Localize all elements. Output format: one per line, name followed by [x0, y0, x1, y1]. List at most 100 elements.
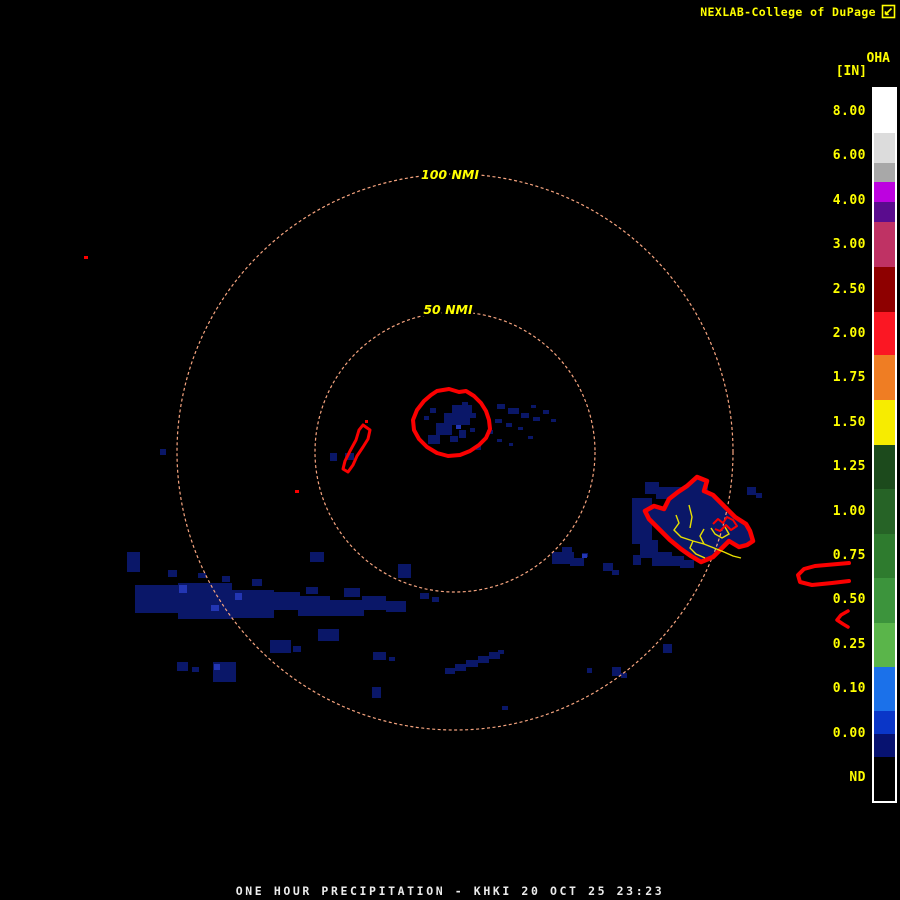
- legend-product-id: OHA: [867, 51, 890, 66]
- lanai-outline-fragment: [837, 611, 848, 627]
- precip-echo-bright: [211, 605, 219, 611]
- precip-echo: [551, 419, 556, 422]
- precip-echo: [344, 588, 360, 597]
- precip-echo: [663, 644, 672, 653]
- color-scale-bar: [872, 87, 897, 803]
- inner-ring-label: 50 NMI: [423, 302, 473, 317]
- scale-segment-4: [874, 202, 895, 222]
- precip-echo-bright: [179, 585, 187, 593]
- precip-echo: [177, 662, 188, 671]
- precip-echo: [222, 576, 230, 582]
- precip-echo-bright: [582, 554, 587, 558]
- red-speck: [84, 256, 88, 259]
- scale-segment-7: [874, 312, 895, 355]
- scale-segment-9: [874, 400, 895, 445]
- precip-echo: [318, 629, 339, 641]
- box-diagonal-arrow-icon: [881, 4, 896, 19]
- precip-echo: [470, 413, 476, 418]
- radar-map: 100 NMI 50 NMI: [0, 0, 900, 900]
- precip-echo: [135, 585, 181, 613]
- niihau-outline: [343, 425, 370, 472]
- precip-echo: [587, 668, 592, 673]
- precip-echo: [306, 587, 318, 594]
- precip-echo: [528, 436, 533, 439]
- scale-segment-6: [874, 267, 895, 312]
- precip-echo: [562, 547, 572, 553]
- precip-echo: [531, 405, 536, 408]
- precip-echo: [398, 564, 411, 578]
- precip-echo-bright: [456, 425, 461, 429]
- precip-echo: [502, 706, 508, 710]
- precip-echo: [428, 435, 440, 444]
- precip-echo: [612, 570, 619, 575]
- precip-echo: [168, 570, 177, 577]
- precip-echo: [478, 656, 489, 663]
- scale-segment-1: [874, 133, 895, 163]
- precip-echo: [298, 596, 330, 616]
- precip-echo: [192, 667, 199, 672]
- precip-echo: [252, 579, 262, 586]
- precip-echo: [498, 650, 504, 654]
- precip-echo: [533, 417, 540, 421]
- scale-segment-17: [874, 734, 895, 757]
- precip-echo: [198, 573, 206, 578]
- scale-segment-2: [874, 163, 895, 182]
- precip-echo: [372, 687, 381, 698]
- product-caption: ONE HOUR PRECIPITATION - KHKI 20 OCT 25 …: [0, 884, 900, 898]
- precip-echo: [506, 423, 512, 427]
- precip-echo: [420, 593, 429, 599]
- scale-segment-14: [874, 623, 895, 667]
- precip-echo: [270, 640, 291, 653]
- scale-segment-13: [874, 578, 895, 623]
- scale-segment-5: [874, 222, 895, 267]
- legend-units-label: [IN]: [836, 64, 867, 79]
- precip-echo: [389, 657, 395, 661]
- precip-echo: [680, 560, 694, 568]
- precip-echo: [293, 646, 301, 652]
- precip-echo: [373, 652, 386, 660]
- inner-range-ring: [315, 312, 595, 592]
- scale-segment-16: [874, 711, 895, 734]
- precip-echo: [470, 428, 475, 432]
- precip-echo: [459, 430, 466, 438]
- scale-segment-3: [874, 182, 895, 202]
- precip-echo: [633, 555, 641, 565]
- precip-echo: [445, 668, 455, 674]
- precip-echo: [272, 592, 300, 610]
- precip-echo: [521, 413, 529, 418]
- scale-segment-0: [874, 89, 895, 133]
- site-title: NEXLAB-College of DuPage: [700, 5, 876, 19]
- precip-echo: [430, 408, 436, 413]
- precip-echo: [432, 597, 439, 602]
- site-title-bar: NEXLAB-College of DuPage: [700, 4, 896, 19]
- radar-product-viewer: 100 NMI 50 NMI NEXLAB-College of DuPage O…: [0, 0, 900, 900]
- precip-echo: [330, 453, 337, 461]
- outer-ring-label: 100 NMI: [421, 167, 479, 182]
- precip-echo: [328, 600, 364, 616]
- precip-echo: [160, 449, 166, 455]
- scale-segment-15: [874, 667, 895, 711]
- precip-echo: [462, 402, 468, 407]
- precip-echo: [747, 487, 756, 495]
- precip-echo: [362, 596, 386, 610]
- precip-echo: [543, 410, 549, 414]
- precip-echo: [621, 673, 627, 678]
- scale-segment-12: [874, 534, 895, 578]
- precip-echo: [424, 416, 429, 420]
- precip-echo: [603, 563, 613, 571]
- precip-echo-bright: [214, 664, 220, 670]
- precip-echo: [509, 443, 513, 446]
- precip-echo: [497, 404, 505, 409]
- red-speck: [365, 420, 368, 423]
- precip-echo: [450, 436, 458, 442]
- precip-echo: [436, 423, 452, 435]
- outer-range-ring: [177, 174, 733, 730]
- precip-echo-bright: [235, 593, 242, 600]
- precip-echo: [466, 660, 478, 667]
- precip-echo: [497, 439, 502, 442]
- precip-echo: [570, 558, 584, 566]
- precip-echo: [508, 408, 519, 414]
- precip-echo: [386, 601, 406, 612]
- precip-echo: [310, 552, 324, 562]
- precip-echo: [518, 427, 523, 430]
